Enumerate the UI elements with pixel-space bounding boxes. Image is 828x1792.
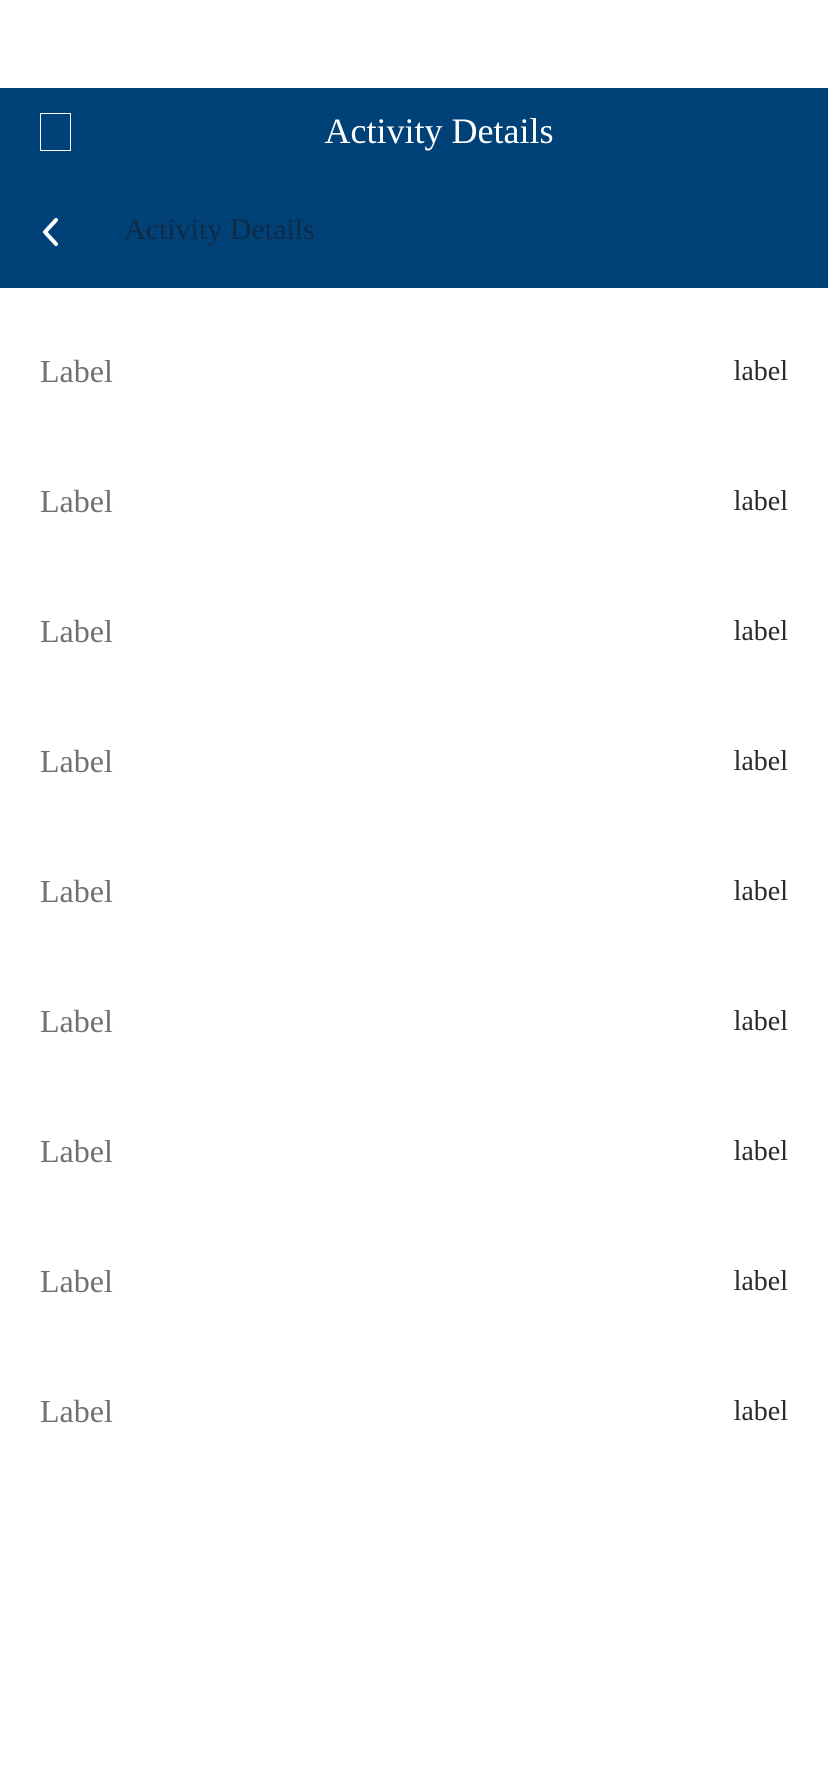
status-bar	[0, 0, 828, 88]
row-label: Label	[40, 1263, 113, 1299]
details-list: Label label Label label Label label Labe…	[0, 302, 828, 1472]
detail-row: Label label	[0, 302, 828, 432]
row-label: Label	[40, 873, 113, 909]
row-value: label	[733, 876, 788, 907]
app-header: Activity Details Activity Details	[0, 88, 828, 288]
row-value: label	[733, 746, 788, 777]
row-label: Label	[40, 613, 113, 649]
sub-title: Activity Details	[124, 213, 315, 246]
detail-row: Label label	[0, 562, 828, 692]
row-label: Label	[40, 483, 113, 519]
row-value: label	[733, 486, 788, 517]
detail-row: Label label	[0, 952, 828, 1082]
row-label: Label	[40, 1133, 113, 1169]
detail-row: Label label	[0, 692, 828, 822]
row-value: label	[733, 1266, 788, 1297]
row-label: Label	[40, 743, 113, 779]
row-label: Label	[40, 1393, 113, 1429]
detail-row: Label label	[0, 1212, 828, 1342]
detail-row: Label label	[0, 822, 828, 952]
page-title: Activity Details	[324, 111, 554, 151]
row-label: Label	[40, 353, 113, 389]
row-value: label	[733, 1006, 788, 1037]
detail-row: Label label	[0, 432, 828, 562]
row-label: Label	[40, 1003, 113, 1039]
detail-row: Label label	[0, 1342, 828, 1472]
row-value: label	[733, 356, 788, 387]
row-value: label	[733, 1136, 788, 1167]
row-value: label	[733, 616, 788, 647]
chevron-left-icon[interactable]	[36, 214, 66, 250]
detail-row: Label label	[0, 1082, 828, 1212]
row-value: label	[733, 1396, 788, 1427]
